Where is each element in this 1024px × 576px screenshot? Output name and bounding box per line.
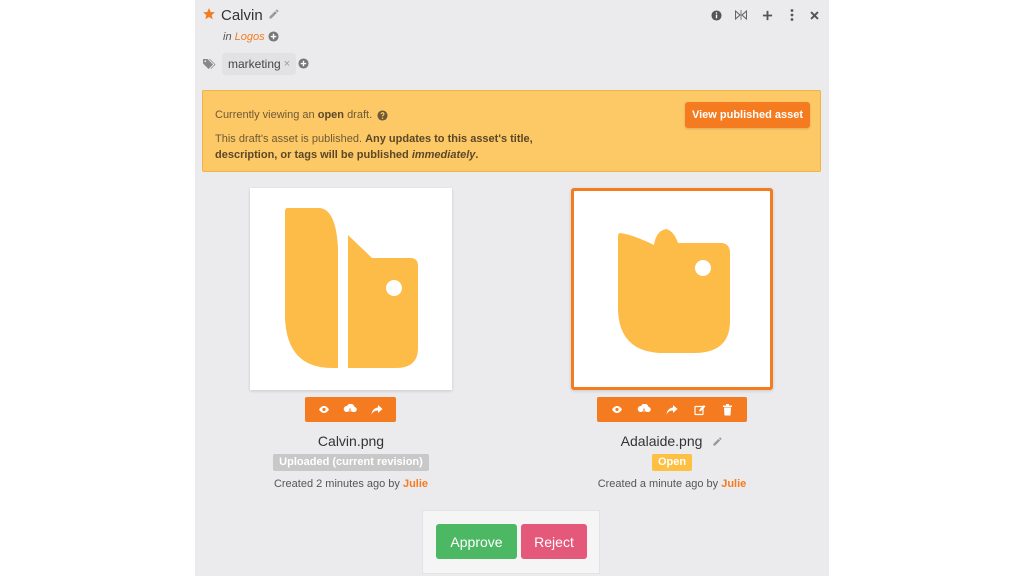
tag-chip[interactable]: marketing ×: [222, 53, 297, 75]
revision-thumbnail[interactable]: [250, 188, 452, 390]
download-cloud-icon[interactable]: [343, 403, 358, 417]
pencil-icon[interactable]: [268, 8, 280, 20]
collection-line: in Logos: [223, 31, 265, 43]
revision-filename: Adalaide.png: [571, 433, 773, 449]
revision-thumbnail-selected[interactable]: [571, 188, 773, 390]
asset-detail-panel: Calvin in Logos marketing × Currently vi…: [195, 0, 829, 576]
edit-icon[interactable]: [693, 403, 707, 417]
eye-icon[interactable]: [317, 403, 331, 417]
logo-image: [285, 208, 418, 368]
view-published-button[interactable]: View published asset: [685, 102, 810, 128]
status-badge: Uploaded (current revision): [273, 454, 429, 471]
review-actions: Approve Reject: [422, 510, 600, 574]
pencil-icon[interactable]: [712, 436, 723, 447]
add-tag-icon[interactable]: [298, 58, 309, 69]
logo-image: [618, 229, 730, 353]
asset-title: Calvin: [221, 7, 263, 24]
draft-state: open: [317, 109, 344, 121]
star-icon[interactable]: [202, 7, 216, 21]
user-link[interactable]: Julie: [403, 478, 428, 490]
more-icon[interactable]: [786, 9, 798, 21]
info-icon[interactable]: [710, 9, 722, 21]
banner-publish-note: This draft's asset is published. Any upd…: [215, 133, 533, 161]
user-link[interactable]: Julie: [721, 478, 746, 490]
banner-status-line: Currently viewing an open draft.: [215, 109, 388, 121]
help-icon[interactable]: [377, 109, 388, 121]
download-cloud-icon[interactable]: [637, 403, 652, 417]
approve-button[interactable]: Approve: [436, 524, 517, 559]
trash-icon[interactable]: [720, 403, 734, 417]
tags-icon: [203, 59, 216, 69]
eye-icon[interactable]: [610, 403, 624, 417]
tag-remove-icon[interactable]: ×: [284, 53, 290, 75]
close-icon[interactable]: [808, 9, 820, 21]
revision-created: Created a minute ago by Julie: [597, 478, 747, 490]
in-prefix: in: [223, 31, 232, 43]
revision-toolbar: [305, 397, 396, 422]
share-icon[interactable]: [665, 403, 679, 417]
collection-link[interactable]: Logos: [235, 31, 265, 43]
reject-button[interactable]: Reject: [521, 524, 587, 559]
add-collection-icon[interactable]: [268, 31, 279, 42]
revision-toolbar: [597, 397, 747, 422]
compare-icon[interactable]: [735, 9, 747, 21]
plus-icon[interactable]: [761, 9, 773, 21]
revision-created: Created 2 minutes ago by Julie: [273, 478, 429, 490]
revision-filename: Calvin.png: [317, 433, 385, 449]
tag-label: marketing: [228, 57, 281, 71]
draft-banner: Currently viewing an open draft. This dr…: [202, 90, 821, 172]
status-badge: Open: [652, 454, 692, 471]
share-icon[interactable]: [370, 403, 384, 417]
